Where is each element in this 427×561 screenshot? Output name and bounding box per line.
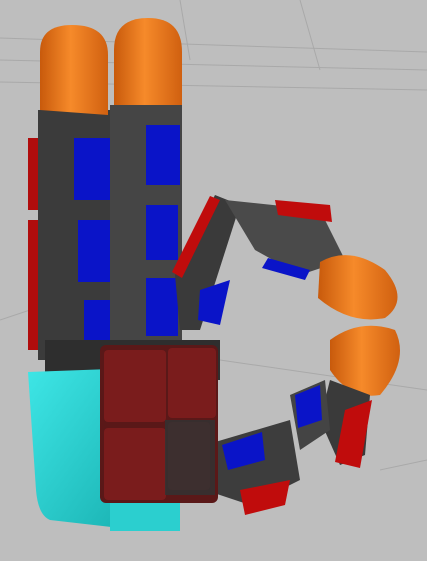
3d-viewport[interactable]: [0, 0, 427, 561]
finger-index: [28, 25, 118, 360]
palm: [28, 340, 220, 531]
robot-hand-render: [0, 0, 427, 561]
finger-middle: [110, 18, 182, 355]
